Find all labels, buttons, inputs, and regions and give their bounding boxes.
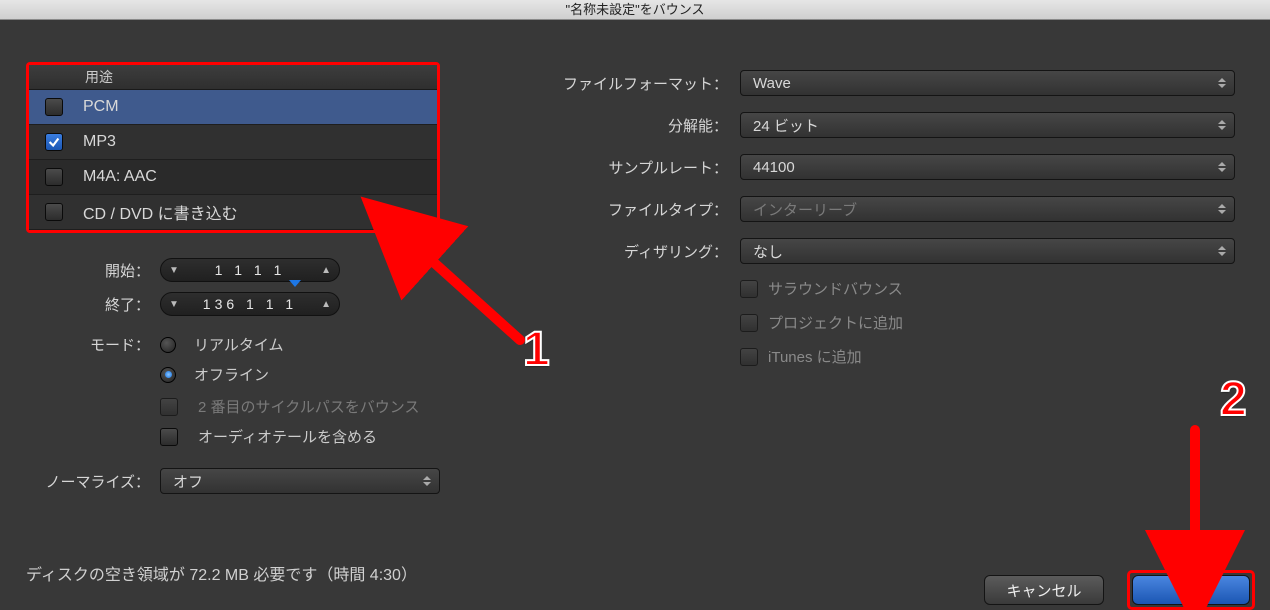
radio-offline-label: オフライン xyxy=(194,364,269,385)
checkbox-surround xyxy=(740,280,758,298)
annotation-number-1: 1 xyxy=(523,322,550,377)
start-position-value: 1 1 1 1 xyxy=(215,262,286,278)
add-project-label: プロジェクトに追加 xyxy=(768,312,903,333)
radio-realtime[interactable] xyxy=(160,337,176,353)
cancel-button-label: キャンセル xyxy=(1006,580,1081,601)
add-itunes-label: iTunes に追加 xyxy=(768,346,862,367)
resolution-row: 分解能： 24 ビット xyxy=(520,112,1235,138)
format-row-pcm[interactable]: PCM xyxy=(29,90,437,125)
resolution-value: 24 ビット xyxy=(753,115,819,136)
format-row-label: M4A: AAC xyxy=(83,168,157,186)
annotation-arrow-2 xyxy=(1177,420,1217,570)
dialog-body: 用途 PCM MP3 M4A: AAC CD / DVD に書き込む 開始： ▼… xyxy=(0,20,1270,609)
annotation-arrow-1 xyxy=(400,220,530,350)
format-row-cddvd[interactable]: CD / DVD に書き込む xyxy=(29,195,437,230)
end-label: 終了： xyxy=(60,294,150,315)
normalize-value: オフ xyxy=(173,471,203,492)
surround-row: サラウンドバウンス xyxy=(740,278,903,299)
dithering-label: ディザリング： xyxy=(520,241,728,262)
dithering-row: ディザリング： なし xyxy=(520,238,1235,264)
normalize-row: ノーマライズ： オフ xyxy=(22,468,440,494)
samplerate-row: サンプルレート： 44100 xyxy=(520,154,1235,180)
chevron-updown-icon xyxy=(1218,242,1226,260)
end-row: 終了： ▼ 136 1 1 1 ▲ xyxy=(60,292,340,316)
end-position-field[interactable]: ▼ 136 1 1 1 ▲ xyxy=(160,292,340,316)
cancel-button[interactable]: キャンセル xyxy=(984,575,1104,605)
position-marker-icon xyxy=(289,280,301,287)
filetype-row: ファイルタイプ： インターリーブ xyxy=(520,196,1235,222)
annotation-number-2: 2 xyxy=(1220,372,1247,427)
mode-label: モード： xyxy=(48,334,150,355)
add-project-row: プロジェクトに追加 xyxy=(740,312,903,333)
chevron-updown-icon xyxy=(423,472,431,490)
normalize-label: ノーマライズ： xyxy=(22,471,150,492)
stepper-down-icon[interactable]: ▼ xyxy=(169,265,179,276)
cyclepass-row: 2 番目のサイクルパスをバウンス xyxy=(160,396,419,417)
samplerate-select[interactable]: 44100 xyxy=(740,154,1235,180)
filetype-value: インターリーブ xyxy=(753,199,857,220)
format-list-header-label: 用途 xyxy=(85,69,113,85)
format-list-panel: 用途 PCM MP3 M4A: AAC CD / DVD に書き込む xyxy=(26,62,440,233)
cyclepass-label: 2 番目のサイクルパスをバウンス xyxy=(198,396,419,417)
add-itunes-row: iTunes に追加 xyxy=(740,346,862,367)
start-row: 開始： ▼ 1 1 1 1 ▲ xyxy=(60,258,340,282)
chevron-updown-icon xyxy=(1218,158,1226,176)
stepper-down-icon[interactable]: ▼ xyxy=(169,299,179,310)
surround-label: サラウンドバウンス xyxy=(768,278,903,299)
start-label: 開始： xyxy=(60,260,150,281)
file-format-select[interactable]: Wave xyxy=(740,70,1235,96)
resolution-label: 分解能： xyxy=(520,115,728,136)
mode-offline-row: オフライン xyxy=(160,364,269,385)
checkbox-add-project xyxy=(740,314,758,332)
mode-row: モード： リアルタイム xyxy=(48,334,284,355)
ok-button[interactable]: OK xyxy=(1132,575,1250,605)
start-position-field[interactable]: ▼ 1 1 1 1 ▲ xyxy=(160,258,340,282)
end-position-value: 136 1 1 1 xyxy=(203,296,297,312)
chevron-updown-icon xyxy=(1218,116,1226,134)
samplerate-value: 44100 xyxy=(753,159,795,176)
file-format-value: Wave xyxy=(753,75,791,92)
format-list-header: 用途 xyxy=(29,65,437,90)
format-row-label: PCM xyxy=(83,98,119,116)
stepper-up-icon[interactable]: ▲ xyxy=(321,265,331,276)
samplerate-label: サンプルレート： xyxy=(520,157,728,178)
chevron-updown-icon xyxy=(1218,200,1226,218)
disk-space-status: ディスクの空き領域が 72.2 MB 必要です（時間 4:30） xyxy=(26,561,417,585)
checkbox-m4a[interactable] xyxy=(45,168,63,186)
checkbox-mp3[interactable] xyxy=(45,133,63,151)
checkbox-cddvd[interactable] xyxy=(45,203,63,221)
checkbox-pcm[interactable] xyxy=(45,98,63,116)
filetype-label: ファイルタイプ： xyxy=(520,199,728,220)
chevron-updown-icon xyxy=(1218,74,1226,92)
format-row-mp3[interactable]: MP3 xyxy=(29,125,437,160)
file-format-label: ファイルフォーマット： xyxy=(520,73,728,94)
checkbox-audiotail[interactable] xyxy=(160,428,178,446)
window-titlebar: "名称未設定"をバウンス xyxy=(0,0,1270,20)
window-title: "名称未設定"をバウンス xyxy=(566,2,705,17)
filetype-select[interactable]: インターリーブ xyxy=(740,196,1235,222)
format-row-m4a[interactable]: M4A: AAC xyxy=(29,160,437,195)
ok-button-label: OK xyxy=(1180,582,1202,599)
dithering-value: なし xyxy=(753,241,783,262)
resolution-select[interactable]: 24 ビット xyxy=(740,112,1235,138)
audiotail-label: オーディオテールを含める xyxy=(198,426,377,447)
radio-offline[interactable] xyxy=(160,367,176,383)
normalize-select[interactable]: オフ xyxy=(160,468,440,494)
audiotail-row: オーディオテールを含める xyxy=(160,426,377,447)
checkbox-cyclepass xyxy=(160,398,178,416)
radio-realtime-label: リアルタイム xyxy=(194,334,284,355)
format-row-label: MP3 xyxy=(83,133,116,151)
format-row-label: CD / DVD に書き込む xyxy=(83,200,238,224)
stepper-up-icon[interactable]: ▲ xyxy=(321,299,331,310)
dithering-select[interactable]: なし xyxy=(740,238,1235,264)
file-format-row: ファイルフォーマット： Wave xyxy=(520,70,1235,96)
checkbox-add-itunes xyxy=(740,348,758,366)
